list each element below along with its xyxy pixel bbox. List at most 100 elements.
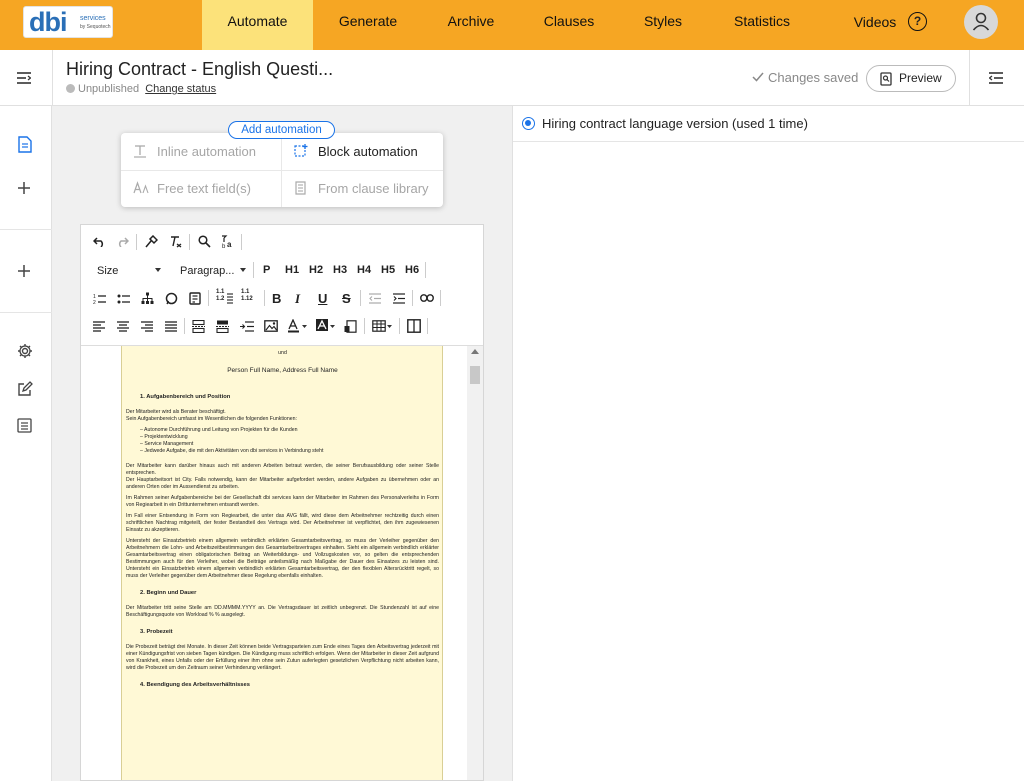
h3-button[interactable]: H3 xyxy=(333,264,347,276)
logo-mark: dbi xyxy=(29,7,67,37)
undo-icon[interactable] xyxy=(93,237,106,247)
preview-button[interactable]: Preview xyxy=(866,65,956,92)
highlight-color-icon[interactable] xyxy=(316,319,336,333)
template-icon[interactable] xyxy=(189,292,202,305)
add-automation-button[interactable]: Add automation xyxy=(228,121,335,139)
doc-section-1-title: 1. Aufgabenbereich und Position xyxy=(140,394,231,400)
insert-indent-icon[interactable] xyxy=(240,321,254,332)
text-field-icon xyxy=(133,181,149,194)
paragraph-button[interactable]: P xyxy=(263,264,270,276)
lines-icon xyxy=(227,293,233,304)
nav-clauses[interactable]: Clauses xyxy=(535,0,603,50)
hierarchy-icon[interactable] xyxy=(141,292,154,305)
page-break-icon[interactable] xyxy=(192,320,205,333)
header-divider-right xyxy=(969,50,970,106)
collapse-menu-icon[interactable] xyxy=(17,72,31,84)
search-icon[interactable] xyxy=(198,235,211,248)
header-divider xyxy=(52,50,53,106)
nav-statistics[interactable]: Statistics xyxy=(724,0,800,50)
scroll-up-arrow[interactable] xyxy=(471,349,479,354)
language-version-radio[interactable] xyxy=(522,117,535,130)
editor-area: Add automation Inline automation Block a… xyxy=(52,106,512,781)
preview-label: Preview xyxy=(899,71,942,85)
nav-generate[interactable]: Generate xyxy=(327,0,409,50)
numbering-label-3: 1.1 xyxy=(241,289,250,295)
edit-icon[interactable] xyxy=(17,381,33,397)
clause-library-option[interactable]: From clause library xyxy=(282,170,443,207)
h2-button[interactable]: H2 xyxy=(309,264,323,276)
multilevel-numbering-button[interactable]: 1.1 1.12 xyxy=(241,289,253,303)
doc-paragraph: Der Mitarbeiter tritt seine Stelle am DD… xyxy=(126,605,439,618)
doc-paragraph: Die Probezeit beträgt drei Monate. In di… xyxy=(126,644,439,671)
bullet-list-icon[interactable] xyxy=(117,293,130,305)
caption-icon[interactable] xyxy=(344,320,357,333)
h6-button[interactable]: H6 xyxy=(405,264,419,276)
doc-paragraph: Der Hauptarbeitsort ist City. Falls notw… xyxy=(126,477,439,490)
image-icon[interactable] xyxy=(264,320,278,332)
avatar[interactable] xyxy=(964,5,998,39)
outdent-panel-icon[interactable] xyxy=(989,72,1003,84)
h1-button[interactable]: H1 xyxy=(285,264,299,276)
numbering-label-2: 1.2 xyxy=(216,296,225,302)
comment-icon[interactable] xyxy=(165,292,178,305)
document-view[interactable]: und Person Full Name, Address Full Name … xyxy=(81,346,483,780)
nav-videos[interactable]: Videos xyxy=(846,0,904,50)
numbering-label-1: 1.1 xyxy=(216,289,225,295)
strikethrough-button[interactable]: S xyxy=(342,291,351,306)
doc-und: und xyxy=(278,350,287,356)
h5-button[interactable]: H5 xyxy=(381,264,395,276)
saved-text: Changes saved xyxy=(768,70,859,85)
dbi-logo[interactable]: dbi services by Sequotech xyxy=(23,6,113,38)
nav-archive[interactable]: Archive xyxy=(436,0,506,50)
add-icon[interactable] xyxy=(17,181,31,195)
add-icon[interactable] xyxy=(17,264,31,278)
font-size-select[interactable]: Size xyxy=(97,265,118,277)
numbering-style-button[interactable]: 1.1 1.2 xyxy=(216,289,224,303)
h4-button[interactable]: H4 xyxy=(357,264,371,276)
split-view-icon[interactable] xyxy=(407,319,421,333)
free-text-option[interactable]: Free text field(s) xyxy=(121,170,282,207)
help-icon[interactable]: ? xyxy=(908,12,927,31)
align-left-icon[interactable] xyxy=(93,321,105,332)
top-navigation: dbi services by Sequotech Automate Gener… xyxy=(0,0,1024,50)
doc-section-3-title: 3. Probezeit xyxy=(140,629,173,635)
document-header: Hiring Contract - English Questi... Unpu… xyxy=(0,50,1024,106)
inline-automation-icon xyxy=(134,145,146,158)
toolbar-separator xyxy=(364,318,365,334)
nav-styles[interactable]: Styles xyxy=(635,0,691,50)
paragraph-select[interactable]: Paragrap... xyxy=(180,265,234,277)
publish-status: Unpublished Change status xyxy=(66,83,216,95)
underline-button[interactable]: U xyxy=(318,291,327,306)
link-icon[interactable] xyxy=(420,294,434,302)
find-replace-icon[interactable]: ab xyxy=(221,234,235,249)
language-version-option[interactable]: Hiring contract language version (used 1… xyxy=(513,106,1024,142)
text-color-icon[interactable] xyxy=(288,319,308,333)
document-icon[interactable] xyxy=(17,136,33,153)
free-text-label: Free text field(s) xyxy=(157,181,251,196)
align-justify-icon[interactable] xyxy=(165,321,177,332)
section-break-icon[interactable] xyxy=(216,320,229,333)
toolbar-separator xyxy=(136,234,137,250)
toolbar-separator xyxy=(241,234,242,250)
inline-automation-label: Inline automation xyxy=(157,144,257,159)
nav-automate[interactable]: Automate xyxy=(202,0,313,50)
doc-paragraph: Der Mitarbeiter wird als Berater beschäf… xyxy=(126,409,226,415)
change-status-link[interactable]: Change status xyxy=(145,83,216,95)
gear-icon[interactable] xyxy=(17,343,33,359)
redo-icon[interactable] xyxy=(116,237,129,247)
table-icon[interactable] xyxy=(372,320,392,332)
list-icon[interactable] xyxy=(17,418,32,433)
format-painter-icon[interactable] xyxy=(145,235,158,248)
automation-panel: Hiring contract language version (used 1… xyxy=(512,106,1024,781)
outdent-icon[interactable] xyxy=(369,293,381,304)
document-page[interactable]: und Person Full Name, Address Full Name … xyxy=(121,346,443,780)
editor-scrollbar[interactable] xyxy=(467,346,483,780)
clear-format-icon[interactable] xyxy=(169,235,182,248)
align-center-icon[interactable] xyxy=(117,321,129,332)
indent-icon[interactable] xyxy=(393,293,405,304)
numbered-list-icon[interactable]: 12 xyxy=(93,293,106,305)
scroll-thumb[interactable] xyxy=(470,366,480,384)
bold-button[interactable]: B xyxy=(272,291,281,306)
align-right-icon[interactable] xyxy=(141,321,153,332)
italic-button[interactable]: I xyxy=(295,291,300,307)
